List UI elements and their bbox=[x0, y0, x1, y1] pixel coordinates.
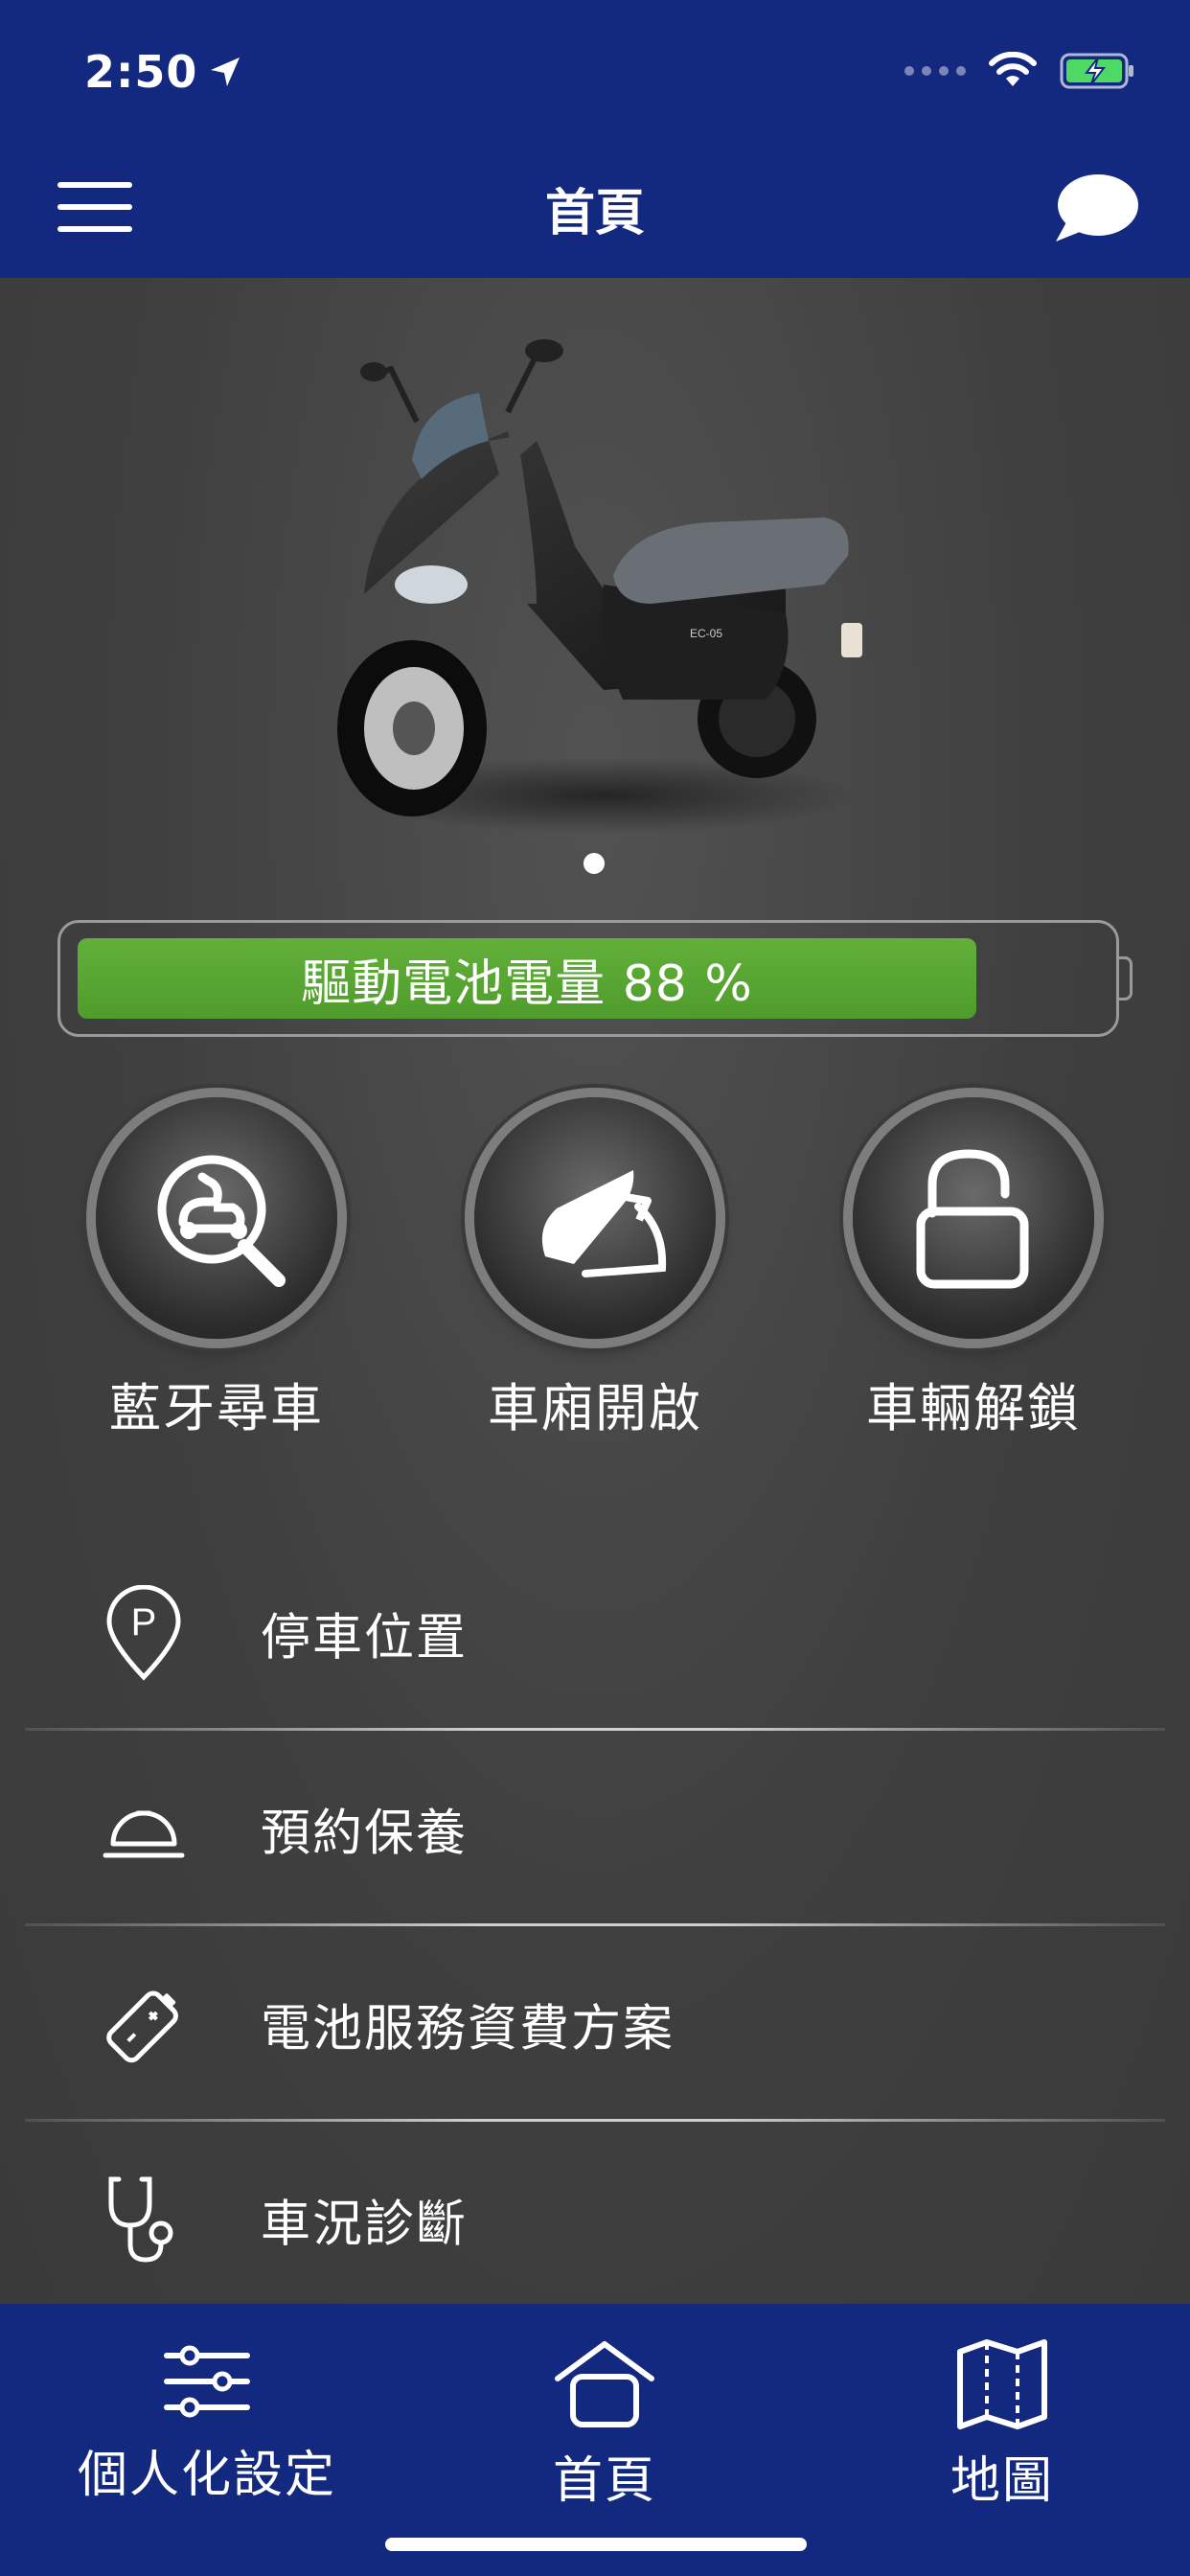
menu-item-parking-location[interactable]: P 停車位置 bbox=[25, 1535, 1165, 1731]
unlock-icon bbox=[916, 1149, 1029, 1289]
seat-open-button[interactable]: 車廂開啟 bbox=[470, 1097, 720, 1441]
action-label: 車廂開啟 bbox=[488, 1378, 702, 1438]
menu-item-label: 停車位置 bbox=[261, 1609, 469, 1668]
scooter-image: EC-05 bbox=[337, 339, 862, 834]
tab-label: 首頁 bbox=[552, 2452, 656, 2510]
tab-label: 地圖 bbox=[950, 2452, 1054, 2510]
action-ring[interactable] bbox=[474, 1097, 716, 1339]
service-bell-icon bbox=[103, 1810, 185, 1858]
sliders-icon bbox=[164, 2345, 250, 2418]
status-time: 2:50 bbox=[84, 46, 241, 98]
menu-item-diagnostics[interactable]: 車況診斷 bbox=[25, 2122, 1165, 2317]
page-title: 首頁 bbox=[544, 185, 645, 242]
stethoscope-icon bbox=[108, 2176, 173, 2263]
menu-item-label: 車況診斷 bbox=[261, 2196, 469, 2254]
tab-label: 個人化設定 bbox=[77, 2447, 336, 2504]
menu-item-battery-plan[interactable]: 電池服務資費方案 bbox=[25, 1926, 1165, 2122]
bottom-tab-bar: 個人化設定 首頁 地圖 bbox=[0, 2304, 1190, 2576]
map-icon bbox=[957, 2339, 1047, 2429]
carousel-page-indicator[interactable] bbox=[584, 853, 605, 874]
tab-personal-settings[interactable]: 個人化設定 bbox=[44, 2338, 370, 2506]
action-ring[interactable] bbox=[853, 1097, 1094, 1339]
top-bar: 2:50 首頁 bbox=[0, 0, 1190, 278]
action-label: 藍牙尋車 bbox=[109, 1378, 324, 1438]
scooter-search-icon bbox=[157, 1155, 286, 1287]
seat-open-icon bbox=[541, 1170, 667, 1277]
action-label: 車輛解鎖 bbox=[866, 1378, 1081, 1438]
home-indicator[interactable] bbox=[385, 2538, 807, 2551]
location-arrow-icon bbox=[211, 58, 240, 86]
menu-item-label: 電池服務資費方案 bbox=[261, 2000, 675, 2058]
battery-level-label: 驅動電池電量 88 % bbox=[301, 954, 753, 1013]
status-time-text: 2:50 bbox=[84, 46, 198, 98]
menu-item-label: 預約保養 bbox=[261, 1805, 469, 1863]
tab-map[interactable]: 地圖 bbox=[839, 2338, 1165, 2512]
parking-pin-icon: P bbox=[106, 1585, 181, 1681]
menu-item-service-booking[interactable]: 預約保養 bbox=[25, 1731, 1165, 1926]
tab-home[interactable]: 首頁 bbox=[442, 2338, 767, 2512]
battery-level-fill: 驅動電池電量 88 % bbox=[78, 938, 976, 1019]
status-indicators bbox=[904, 52, 1136, 90]
battery-icon bbox=[106, 1990, 178, 2063]
action-ring[interactable] bbox=[96, 1097, 337, 1339]
svg-text:EC-05: EC-05 bbox=[690, 627, 722, 640]
battery-charging-icon bbox=[1060, 53, 1133, 89]
svg-text:P: P bbox=[131, 1601, 157, 1644]
bluetooth-find-scooter-button[interactable]: 藍牙尋車 bbox=[92, 1097, 341, 1441]
drive-battery-gauge: 驅動電池電量 88 % bbox=[57, 920, 1119, 1037]
battery-gauge-cap bbox=[1119, 956, 1133, 1000]
wifi-icon bbox=[989, 52, 1037, 86]
chat-bubble-icon[interactable] bbox=[1052, 171, 1140, 247]
home-icon bbox=[555, 2341, 654, 2427]
cellular-signal-icon bbox=[904, 66, 966, 76]
vehicle-unlock-button[interactable]: 車輛解鎖 bbox=[849, 1097, 1098, 1441]
home-content: EC-05 驅動電池電量 88 % 藍牙尋車 車廂開啟 車輛解鎖 P 停車位置 … bbox=[0, 278, 1190, 2317]
